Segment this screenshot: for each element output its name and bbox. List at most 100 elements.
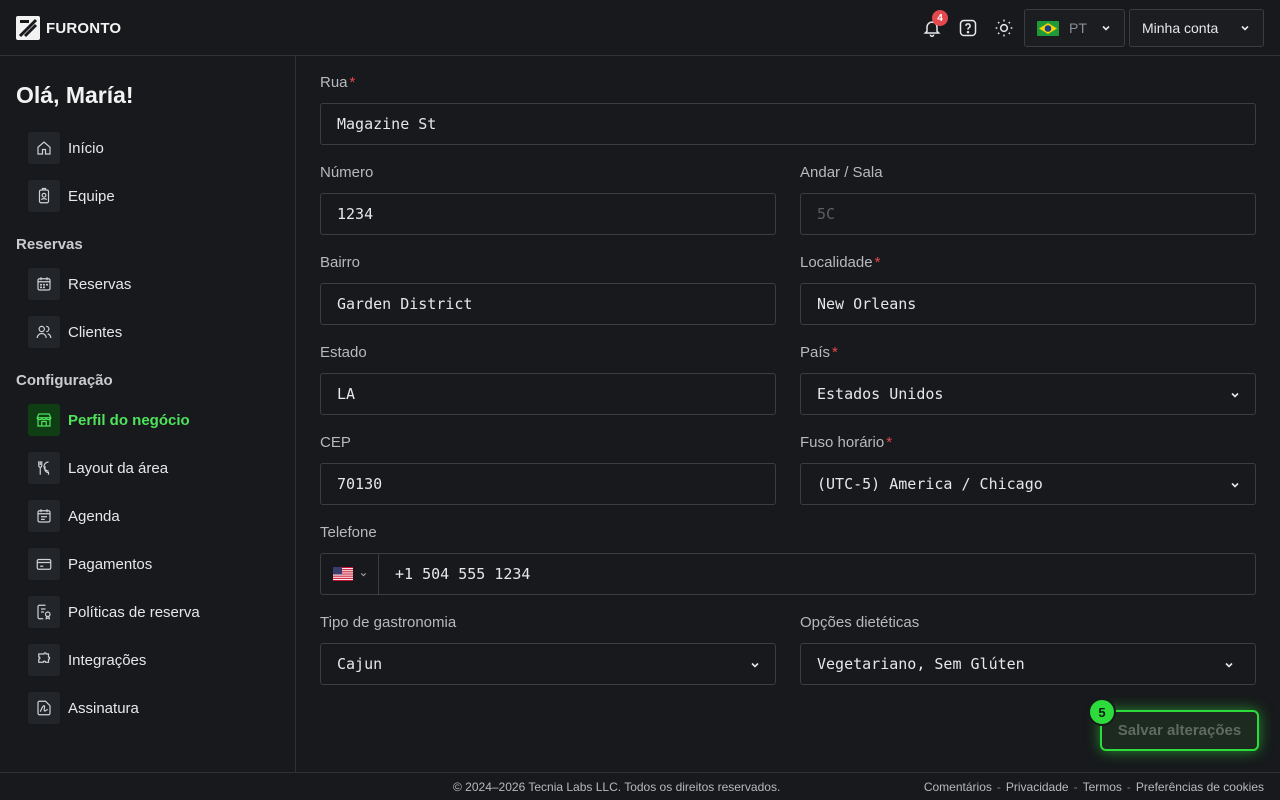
chevron-down-icon (1231, 482, 1239, 488)
state-input[interactable]: LA (320, 373, 776, 415)
unsaved-changes-badge: 5 (1088, 698, 1116, 726)
locality-label: Localidade * (800, 254, 881, 271)
footer-separator: - (996, 780, 1001, 794)
footer-link-cookies[interactable]: Preferências de cookies (1136, 780, 1264, 794)
puzzle-icon (28, 644, 60, 676)
account-menu-button[interactable]: Minha conta (1129, 9, 1264, 47)
sidebar-item-label: Pagamentos (68, 555, 153, 573)
chevron-down-icon (1231, 392, 1239, 398)
number-input[interactable]: 1234 (320, 193, 776, 235)
sidebar-item-assinatura[interactable]: Assinatura (28, 692, 139, 724)
floor-label: Andar / Sala (800, 164, 883, 181)
greeting: Olá, María! (16, 82, 134, 108)
brand-logo[interactable]: FURONTO (16, 16, 121, 40)
chevron-down-icon (751, 662, 759, 668)
sidebar-item-label: Clientes (68, 323, 123, 341)
phone-field: +1 504 555 1234 (320, 553, 1256, 595)
neighborhood-input[interactable]: Garden District (320, 283, 776, 325)
sun-icon (995, 19, 1013, 37)
footer-link-termos[interactable]: Termos (1083, 780, 1122, 794)
sidebar-item-label: Equipe (68, 187, 115, 205)
brazil-flag-icon (1037, 20, 1059, 36)
language-selector[interactable]: PT (1024, 9, 1125, 47)
notification-count-badge: 4 (932, 10, 948, 26)
sidebar-item-label: Perfil do negócio (68, 411, 190, 429)
sidebar-item-label: Políticas de reserva (68, 603, 200, 621)
brand-name: FURONTO (46, 19, 122, 37)
save-changes-button[interactable]: Salvar alterações (1100, 710, 1259, 751)
state-label: Estado (320, 344, 367, 361)
policy-icon (28, 596, 60, 628)
zip-label: CEP (320, 434, 351, 451)
store-icon (28, 404, 60, 436)
sidebar-item-pagamentos[interactable]: Pagamentos (28, 548, 152, 580)
utensils-icon (28, 452, 60, 484)
theme-toggle-button[interactable] (992, 16, 1016, 40)
home-icon (28, 132, 60, 164)
timezone-label: Fuso horário * (800, 434, 893, 451)
street-input[interactable]: Magazine St (320, 103, 1256, 145)
country-label: País * (800, 344, 838, 361)
sidebar-item-label: Agenda (68, 507, 120, 525)
account-label: Minha conta (1142, 20, 1219, 36)
sidebar-item-label: Layout da área (68, 459, 169, 477)
cuisine-value: Cajun (337, 655, 383, 673)
chevron-down-icon (360, 572, 367, 576)
timezone-value: (UTC-5) America / Chicago (817, 475, 1043, 493)
sidebar-section-configuracao: Configuração (16, 372, 113, 389)
schedule-icon (28, 500, 60, 532)
card-icon (28, 548, 60, 580)
timezone-select[interactable]: (UTC-5) America / Chicago (800, 463, 1256, 505)
footer-link-comentarios[interactable]: Comentários (924, 780, 992, 794)
sidebar-item-label: Assinatura (68, 699, 139, 717)
sidebar: Olá, María! Início Equipe Reservas Reser… (0, 56, 296, 772)
phone-label: Telefone (320, 524, 377, 541)
sidebar-item-reservas[interactable]: Reservas (28, 268, 131, 300)
sidebar-item-equipe[interactable]: Equipe (28, 180, 115, 212)
cuisine-label: Tipo de gastronomia (320, 614, 457, 631)
phone-country-selector[interactable] (321, 554, 379, 594)
footer-separator: - (1073, 780, 1078, 794)
users-icon (28, 316, 60, 348)
sidebar-item-layout-da-area[interactable]: Layout da área (28, 452, 168, 484)
zip-input[interactable]: 70130 (320, 463, 776, 505)
copyright-text: © 2024–2026 Tecnia Labs LLC. Todos os di… (453, 780, 781, 794)
chevron-down-icon (1225, 662, 1233, 668)
country-select[interactable]: Estados Unidos (800, 373, 1256, 415)
cuisine-select[interactable]: Cajun (320, 643, 776, 685)
sidebar-item-inicio[interactable]: Início (28, 132, 104, 164)
sidebar-item-politicas-de-reserva[interactable]: Políticas de reserva (28, 596, 200, 628)
footer-links: Comentários - Privacidade - Termos - Pre… (924, 780, 1264, 794)
sidebar-item-label: Reservas (68, 275, 132, 293)
badge-icon (28, 180, 60, 212)
signature-icon (28, 692, 60, 724)
sidebar-item-integracoes[interactable]: Integrações (28, 644, 146, 676)
sidebar-item-label: Início (68, 139, 104, 157)
phone-input[interactable]: +1 504 555 1234 (395, 565, 530, 583)
street-label: Rua * (320, 74, 356, 91)
sidebar-item-label: Integrações (68, 651, 147, 669)
sidebar-item-clientes[interactable]: Clientes (28, 316, 122, 348)
dietary-label: Opções dietéticas (800, 614, 920, 631)
number-label: Número (320, 164, 374, 181)
sidebar-section-reservas: Reservas (16, 236, 83, 253)
calendar-icon (28, 268, 60, 300)
notifications-button[interactable]: 4 (920, 10, 948, 40)
dietary-value: Vegetariano, Sem Glúten (817, 655, 1025, 673)
help-button[interactable] (956, 16, 980, 40)
footer-link-privacidade[interactable]: Privacidade (1006, 780, 1069, 794)
language-code: PT (1069, 20, 1087, 36)
sidebar-item-perfil-do-negocio[interactable]: Perfil do negócio (28, 404, 190, 436)
footer: © 2024–2026 Tecnia Labs LLC. Todos os di… (0, 772, 1280, 800)
dietary-select[interactable]: Vegetariano, Sem Glúten (800, 643, 1256, 685)
sidebar-item-agenda[interactable]: Agenda (28, 500, 120, 532)
help-icon (959, 19, 977, 37)
country-value: Estados Unidos (817, 385, 944, 403)
locality-input[interactable]: New Orleans (800, 283, 1256, 325)
floor-input[interactable]: 5C (800, 193, 1256, 235)
top-header: FURONTO 4 PT Minha conta (0, 0, 1280, 56)
logo-mark-icon (16, 16, 40, 40)
chevron-down-icon (1241, 25, 1249, 31)
neighborhood-label: Bairro (320, 254, 361, 271)
us-flag-icon (333, 567, 353, 581)
